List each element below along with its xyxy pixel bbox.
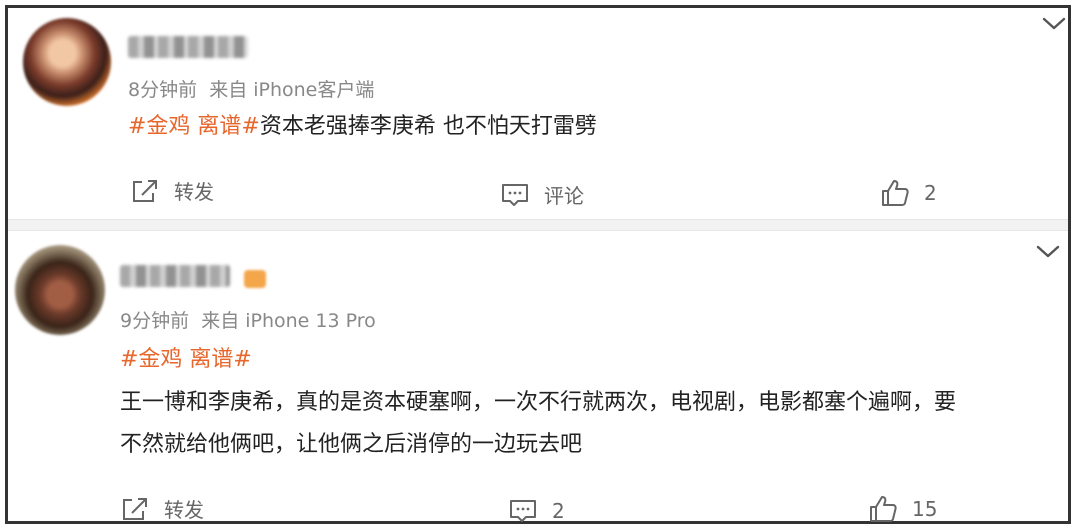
comment-source: 来自 iPhone客户端 (209, 79, 375, 101)
comment-body: 资本老强捧李庚希 也不怕天打雷劈 (259, 114, 597, 139)
comment-body-line2: 不然就给他俩吧，让他俩之后消停的一边玩去吧 (120, 432, 583, 457)
repost-icon (133, 179, 157, 202)
comment-time: 9分钟前 (120, 310, 190, 332)
hashtag-link[interactable]: #金鸡 离谱# (128, 114, 260, 139)
comment-icon (502, 183, 528, 206)
comment-count: 2 (552, 499, 565, 523)
repost-label: 转发 (164, 498, 204, 522)
comment-source: 来自 iPhone 13 Pro (201, 310, 376, 332)
comment-label: 评论 (544, 184, 584, 208)
comment-text: #金鸡 离谱#资本老强捧李庚希 也不怕天打雷劈 (128, 110, 597, 144)
comment-time: 8分钟前 (128, 79, 198, 101)
user-badge (244, 270, 266, 288)
repost-button[interactable]: 转发 (120, 494, 204, 523)
repost-icon (123, 497, 147, 520)
hashtag-link[interactable]: #金鸡 离谱# (120, 343, 252, 377)
like-count: 2 (924, 181, 937, 205)
like-button[interactable]: 2 (880, 178, 937, 208)
avatar[interactable] (23, 18, 111, 106)
repost-label: 转发 (174, 180, 214, 204)
like-icon (870, 496, 897, 522)
comment-button[interactable]: 2 (508, 497, 565, 525)
chevron-down-icon[interactable] (1035, 244, 1061, 260)
like-count: 15 (912, 497, 938, 521)
divider (8, 219, 1068, 231)
comment-list: 8分钟前 来自 iPhone客户端 #金鸡 离谱#资本老强捧李庚希 也不怕天打雷… (5, 5, 1071, 524)
comment-button[interactable]: 评论 (500, 180, 584, 209)
username-blurred[interactable] (120, 265, 230, 287)
comment-meta: 8分钟前 来自 iPhone客户端 (128, 75, 374, 102)
comment-body-line1: 王一博和李庚希，真的是资本硬塞啊，一次不行就两次，电视剧，电影都塞个遍啊，要 (120, 390, 957, 415)
like-button[interactable]: 15 (868, 494, 937, 524)
like-icon (882, 180, 909, 206)
comment-icon (510, 500, 536, 522)
repost-button[interactable]: 转发 (130, 176, 214, 205)
avatar[interactable] (15, 245, 105, 335)
comment-meta: 9分钟前 来自 iPhone 13 Pro (120, 306, 376, 333)
username-blurred[interactable] (128, 36, 248, 58)
chevron-down-icon[interactable] (1041, 16, 1067, 32)
